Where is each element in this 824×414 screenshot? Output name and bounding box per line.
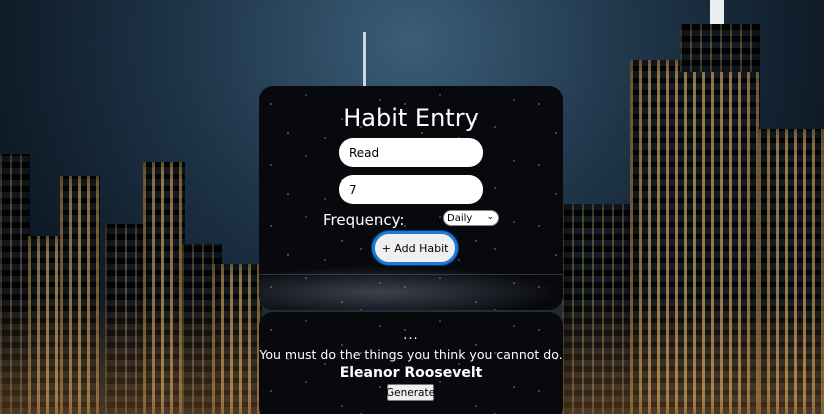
divider	[259, 274, 563, 275]
generate-quote-button[interactable]: Generate	[386, 384, 435, 401]
quote-author: Eleanor Roosevelt	[339, 365, 483, 381]
habit-name-input[interactable]	[339, 138, 483, 167]
habit-days-input[interactable]	[339, 175, 483, 204]
frequency-select[interactable]: Daily ⌄	[443, 210, 499, 226]
add-habit-button[interactable]: + Add Habit	[372, 231, 458, 265]
frequency-label: Frequency:	[323, 211, 405, 229]
frequency-selected-value: Daily	[447, 212, 473, 224]
quote-text: You must do the things you think you can…	[259, 347, 563, 362]
quote-card: ... You must do the things you think you…	[259, 312, 563, 414]
habit-entry-title: Habit Entry	[343, 104, 479, 132]
quote-dots: ...	[403, 328, 419, 343]
chevron-down-icon: ⌄	[486, 212, 494, 222]
habit-entry-card: Habit Entry Frequency: Daily ⌄ + Add Hab…	[259, 86, 563, 310]
